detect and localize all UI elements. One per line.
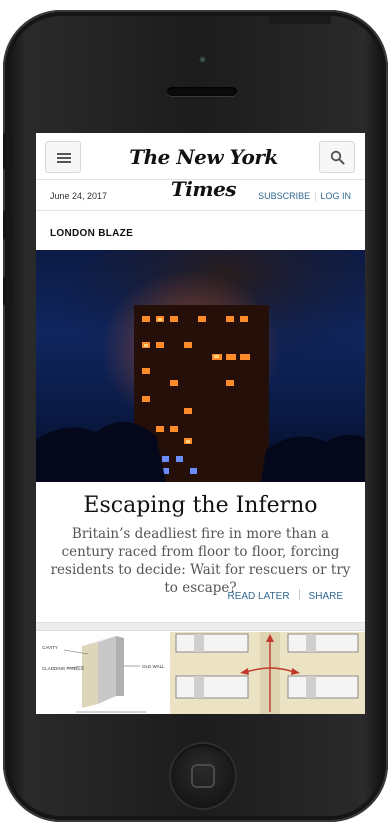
login-link[interactable]: LOG IN (320, 191, 351, 201)
home-square-icon (191, 764, 215, 788)
hero-image[interactable] (36, 250, 365, 482)
earpiece-speaker (167, 87, 237, 96)
section-kicker[interactable]: LONDON BLAZE (50, 228, 133, 239)
cladding-diagram[interactable]: CAVITY CLADDING PANELS OLD WALL (36, 632, 170, 714)
article-actions: READ LATER SHARE (227, 589, 343, 602)
article-summary: Britain’s deadliest fire in more than a … (50, 526, 351, 596)
phone-screen: The New York Times June 24, 2017 SUBSCRI… (36, 133, 365, 714)
section-divider (36, 622, 365, 631)
volume-up-button (3, 210, 12, 240)
menu-icon (57, 153, 71, 163)
burning-tower-illustration (36, 250, 365, 482)
link-separator: | (314, 191, 317, 201)
mute-switch (3, 132, 12, 170)
cladding-diagram-illustration: CAVITY CLADDING PANELS OLD WALL (42, 636, 165, 713)
read-later-link[interactable]: READ LATER (227, 591, 289, 602)
search-icon (330, 150, 345, 165)
fire-spread-illustration (170, 632, 365, 714)
diagram-label-cladding: CLADDING PANELS (42, 666, 84, 671)
menu-button[interactable] (45, 141, 81, 173)
diagram-label-cavity: CAVITY (42, 645, 58, 650)
date-label: June 24, 2017 (50, 191, 108, 201)
front-camera (198, 55, 207, 64)
account-links: SUBSCRIBE | LOG IN (258, 191, 351, 201)
site-header: The New York Times (36, 133, 365, 201)
nyt-logo[interactable]: The New York Times (96, 141, 311, 201)
article-headline[interactable]: Escaping the Inferno (36, 493, 365, 518)
diagram-label-old-wall: OLD WALL (142, 664, 165, 669)
sub-bar: June 24, 2017 SUBSCRIBE | LOG IN (36, 180, 365, 211)
fire-spread-diagram[interactable] (170, 632, 365, 714)
volume-down-button (3, 276, 12, 306)
share-link[interactable]: SHARE (309, 591, 343, 602)
power-button (269, 15, 331, 24)
search-button[interactable] (319, 141, 355, 173)
home-button[interactable] (169, 742, 237, 810)
subscribe-link[interactable]: SUBSCRIBE (258, 191, 310, 201)
action-separator (298, 589, 300, 600)
